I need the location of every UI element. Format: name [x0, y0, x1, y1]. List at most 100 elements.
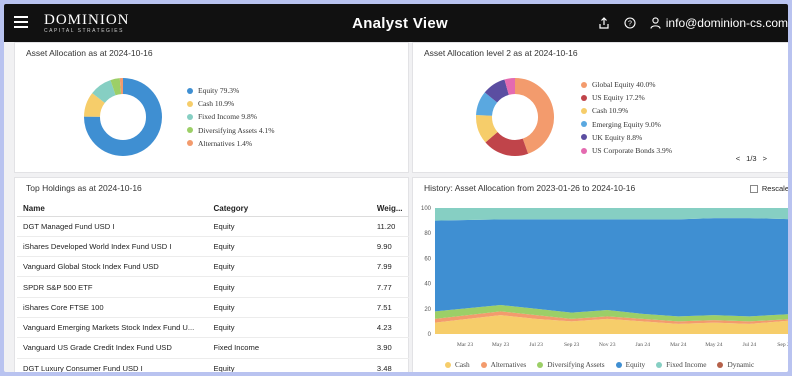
legend-label: Cash [455, 360, 470, 369]
table-row[interactable]: iShares Core FTSE 100 Equity 7.51 [17, 297, 409, 318]
allocation-legend-item[interactable]: Fixed Income 9.8% [187, 110, 274, 123]
user-email: info@dominion-cs.com [665, 16, 788, 30]
column-header-category[interactable]: Category [207, 202, 371, 217]
table-row[interactable]: Vanguard Global Stock Index Fund USD Equi… [17, 256, 409, 278]
holding-name: iShares Developed World Index Fund USD I [17, 236, 208, 258]
legend-label: Equity 79.3% [198, 86, 240, 96]
allocation-slice-2[interactable] [92, 80, 117, 104]
legend-label: Cash 10.9% [592, 106, 629, 116]
holding-name: Vanguard US Grade Credit Index Fund USD [17, 337, 208, 359]
allocation-legend-item[interactable]: Equity 79.3% [187, 84, 274, 97]
history-legend-item[interactable]: Cash [445, 360, 470, 369]
x-tick-label: Jul 23 [529, 342, 543, 348]
allocation-l2-legend-item[interactable]: Emerging Equity 9.0% [581, 118, 672, 131]
table-row[interactable]: DGT Managed Fund USD I Equity 11.20 [17, 216, 409, 237]
asset-allocation-panel: Asset Allocation as at 2024-10-16 Equity… [14, 42, 409, 173]
y-tick-label: 60 [424, 256, 431, 262]
legend-label: Alternatives 1.4% [198, 138, 253, 148]
holding-category: Equity [207, 317, 371, 339]
history-legend-item[interactable]: Equity [615, 360, 645, 369]
history-legend: Cash Alternatives Diversifying Assets Equit… [445, 360, 754, 369]
legend-swatch [615, 361, 622, 368]
legend-label: Cash 10.9% [198, 99, 235, 109]
column-header-weight[interactable]: Weig... [370, 202, 409, 217]
allocation-l2-legend-item[interactable]: UK Equity 8.8% [581, 131, 672, 144]
allocation-l2-slice-2[interactable] [476, 114, 498, 143]
x-tick-label: Sep 24 [777, 342, 792, 348]
allocation-l2-legend-item[interactable]: Global Equity 40.0% [581, 78, 672, 91]
legend-swatch [581, 134, 587, 141]
asset-allocation-title: Asset Allocation as at 2024-10-16 [26, 48, 153, 58]
allocation-legend-item[interactable]: Diversifying Assets 4.1% [187, 124, 274, 137]
history-legend-item[interactable]: Alternatives [480, 360, 527, 369]
legend-swatch [187, 140, 193, 147]
holding-category: Fixed Income [207, 337, 371, 359]
history-title: History: Asset Allocation from 2023-01-2… [424, 183, 636, 193]
holding-category: Equity [207, 297, 371, 318]
table-row[interactable]: Vanguard Emerging Markets Stock Index Fu… [17, 317, 409, 339]
svg-text:?: ? [628, 21, 632, 28]
allocation-l2-slice-1[interactable] [485, 131, 529, 156]
y-tick-label: 100 [421, 206, 432, 212]
user-menu[interactable]: info@dominion-cs.com [650, 16, 788, 30]
rescale-toggle[interactable]: Rescale [749, 184, 788, 193]
rescale-checkbox[interactable] [749, 184, 758, 193]
share-icon[interactable] [598, 17, 610, 29]
legend-swatch [187, 113, 193, 120]
table-row[interactable]: DGT Luxury Consumer Fund USD I Equity 3.48 [17, 358, 409, 372]
history-legend-item[interactable]: Diversifying Assets [537, 360, 605, 369]
top-holdings-title: Top Holdings as at 2024-10-16 [26, 183, 142, 193]
holding-weight: 9.90 [370, 236, 409, 258]
allocation-l2-slice-5[interactable] [504, 78, 516, 95]
x-tick-label: Mar 24 [670, 342, 687, 348]
history-panel: History: Asset Allocation from 2023-01-2… [412, 177, 792, 372]
table-row[interactable]: SPDR S&P 500 ETF Equity 7.77 [17, 276, 409, 298]
allocation-l2-legend-item[interactable]: Cash 10.9% [581, 104, 672, 117]
pager-next-button[interactable]: > [763, 154, 767, 163]
legend-label: Fixed Income 9.8% [198, 112, 257, 122]
legend-label: Alternatives [490, 360, 527, 369]
holding-name: SPDR S&P 500 ETF [17, 276, 208, 298]
help-icon[interactable]: ? [624, 17, 636, 29]
area-series-equity[interactable] [435, 218, 792, 317]
holding-name: Vanguard Emerging Markets Stock Index Fu… [17, 317, 208, 339]
asset-allocation-l2-legend: Global Equity 40.0% US Equity 17.2% Cash 1… [581, 78, 672, 157]
table-row[interactable]: Vanguard US Grade Credit Index Fund USD F… [17, 337, 409, 359]
allocation-l2-legend-item[interactable]: US Equity 17.2% [581, 91, 672, 104]
history-legend-item[interactable]: Fixed Income [656, 360, 706, 369]
allocation-l2-slice-4[interactable] [484, 79, 510, 103]
allocation-legend-item[interactable]: Cash 10.9% [187, 97, 274, 110]
column-header-name[interactable]: Name [17, 202, 208, 217]
legend-swatch [187, 127, 193, 134]
holding-name: DGT Luxury Consumer Fund USD I [17, 358, 208, 372]
holding-weight: 7.77 [370, 276, 409, 298]
allocation-l2-legend-item[interactable]: US Corporate Bonds 3.9% [581, 144, 672, 157]
allocation-l2-slice-3[interactable] [476, 92, 498, 117]
allocation-legend-item[interactable]: Alternatives 1.4% [187, 137, 274, 150]
table-row[interactable]: iShares Developed World Index Fund USD I… [17, 236, 409, 258]
legend-label: Diversifying Assets [547, 360, 605, 369]
holding-weight: 3.90 [370, 337, 409, 359]
allocation-slice-1[interactable] [84, 93, 106, 118]
x-tick-label: Sep 23 [564, 342, 580, 348]
legend-swatch [581, 94, 587, 101]
legend-swatch [656, 361, 663, 368]
history-legend-item[interactable]: Dynamic [717, 360, 754, 369]
legend-label: US Corporate Bonds 3.9% [592, 146, 672, 156]
legend-label: Dynamic [727, 360, 755, 369]
legend-swatch [187, 87, 193, 94]
top-holdings-panel: Top Holdings as at 2024-10-16 Name Categ… [14, 177, 409, 372]
legend-label: Global Equity 40.0% [592, 80, 656, 90]
holding-category: Equity [207, 236, 371, 258]
app-window: DOMINION CAPITAL STRATEGIES Analyst View… [0, 0, 792, 376]
legend-swatch [480, 361, 487, 368]
holding-category: Equity [207, 276, 371, 298]
legend-swatch [581, 81, 587, 88]
x-tick-label: May 24 [705, 342, 722, 348]
allocation-l2-slice-0[interactable] [514, 78, 554, 154]
legend-swatch [445, 361, 451, 368]
pager-prev-button[interactable]: < [736, 154, 740, 163]
allocation-slice-3[interactable] [110, 78, 122, 96]
y-tick-label: 20 [424, 307, 431, 313]
y-tick-label: 40 [424, 282, 431, 288]
